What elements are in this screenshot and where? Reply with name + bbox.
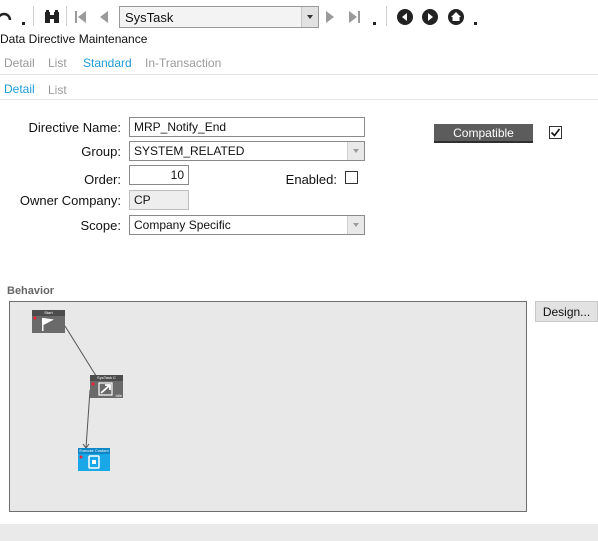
chevron-down-icon[interactable] bbox=[301, 7, 318, 27]
navigation-dropdown-icon[interactable] bbox=[373, 22, 376, 25]
workflow-node-execute-custom-code[interactable]: Execute Custom C bbox=[78, 448, 110, 471]
toolbar-separator bbox=[386, 6, 387, 26]
workflow-node-systask[interactable]: SysTask C Idle bbox=[90, 375, 123, 398]
owner-company-label: Owner Company: bbox=[19, 193, 121, 208]
design-button[interactable]: Design... bbox=[535, 301, 598, 322]
directive-name-value: MRP_Notify_End bbox=[134, 120, 227, 134]
order-input[interactable]: 10 bbox=[129, 165, 189, 185]
record-navigation-value: SysTask bbox=[125, 10, 174, 25]
subtab-list[interactable]: List bbox=[48, 83, 67, 97]
directive-name-input[interactable]: MRP_Notify_End bbox=[129, 117, 365, 137]
toolbar-separator bbox=[66, 6, 67, 26]
previous-record-icon[interactable] bbox=[96, 8, 112, 26]
last-record-icon[interactable] bbox=[345, 8, 363, 26]
workflow-node-start[interactable]: Start bbox=[32, 310, 65, 333]
tab-list[interactable]: List bbox=[48, 56, 67, 70]
group-value: SYSTEM_RELATED bbox=[134, 144, 245, 158]
owner-company-input: CP bbox=[129, 190, 189, 210]
record-navigation-combo[interactable]: SysTask bbox=[119, 6, 319, 28]
first-record-icon[interactable] bbox=[72, 8, 90, 26]
scope-value: Company Specific bbox=[134, 218, 231, 232]
toolbar: SysTask bbox=[0, 0, 598, 34]
compatible-button[interactable]: Compatible bbox=[434, 124, 533, 143]
primary-tab-bar: Detail List Standard In-Transaction bbox=[0, 52, 598, 75]
refresh-dropdown-icon[interactable] bbox=[22, 22, 25, 25]
group-label: Group: bbox=[81, 144, 121, 159]
order-value: 10 bbox=[170, 168, 184, 182]
tab-detail[interactable]: Detail bbox=[4, 56, 35, 70]
tab-standard[interactable]: Standard bbox=[83, 56, 132, 70]
owner-company-value: CP bbox=[134, 193, 151, 207]
back-icon[interactable] bbox=[396, 8, 414, 26]
tab-in-transaction[interactable]: In-Transaction bbox=[145, 56, 221, 70]
code-document-icon bbox=[79, 455, 100, 469]
page-title-text: Data Directive Maintenance bbox=[0, 32, 148, 46]
order-label: Order: bbox=[84, 172, 121, 187]
behavior-workflow-canvas[interactable]: Start SysTask C Idle Execute Custom C bbox=[9, 301, 527, 512]
toolbar-separator bbox=[33, 6, 34, 26]
chevron-down-icon[interactable] bbox=[347, 216, 364, 234]
flag-icon bbox=[33, 316, 54, 331]
scope-label: Scope: bbox=[80, 218, 121, 233]
workflow-node-subtitle: Idle bbox=[115, 393, 122, 398]
page-title: Data Directive Maintenance bbox=[0, 32, 598, 50]
scope-select[interactable]: Company Specific bbox=[129, 215, 365, 235]
binoculars-icon[interactable] bbox=[42, 8, 62, 26]
workflow-connectors bbox=[64, 325, 100, 449]
checkmark-icon bbox=[550, 128, 561, 137]
compatible-checkbox[interactable] bbox=[549, 126, 562, 139]
group-select[interactable]: SYSTEM_RELATED bbox=[129, 141, 365, 161]
forward-icon[interactable] bbox=[421, 8, 439, 26]
subtab-detail[interactable]: Detail bbox=[4, 82, 35, 96]
secondary-tab-bar: Detail List bbox=[0, 77, 598, 100]
behavior-section-title: Behavior bbox=[7, 285, 55, 297]
chevron-down-icon[interactable] bbox=[347, 142, 364, 160]
directive-name-label: Directive Name: bbox=[28, 120, 121, 135]
enabled-checkbox[interactable] bbox=[345, 171, 358, 184]
enabled-label: Enabled: bbox=[285, 172, 337, 187]
history-dropdown-icon[interactable] bbox=[474, 22, 477, 25]
bottom-strip bbox=[0, 524, 598, 541]
refresh-icon[interactable] bbox=[0, 8, 14, 26]
home-icon[interactable] bbox=[447, 8, 465, 26]
next-record-icon[interactable] bbox=[322, 8, 338, 26]
